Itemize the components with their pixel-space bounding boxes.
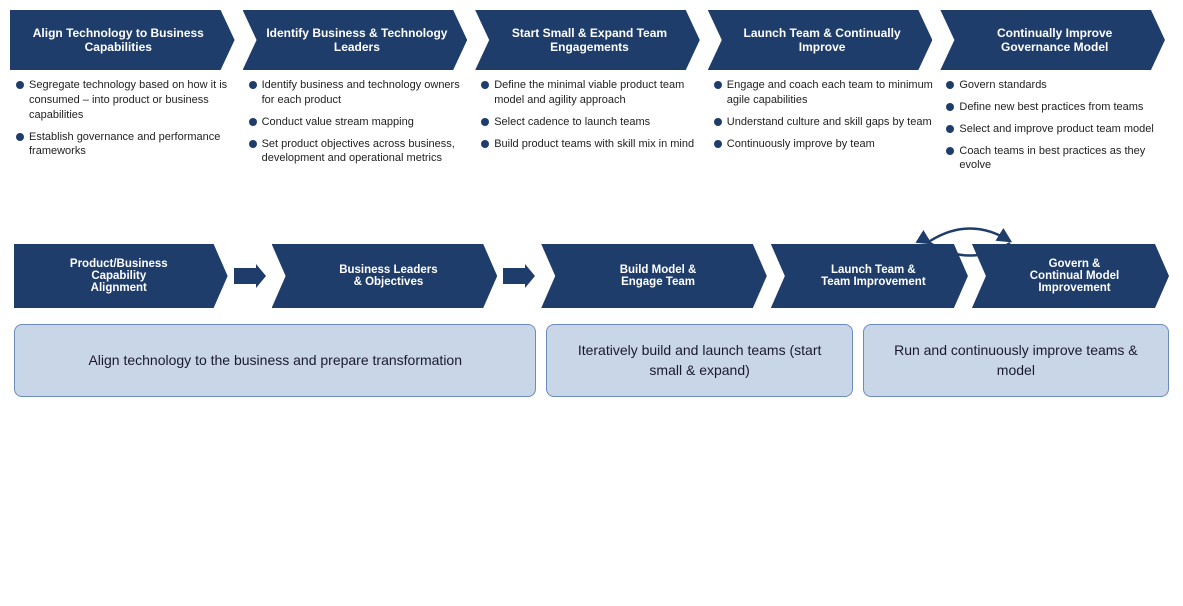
- bullet-text: Select cadence to launch teams: [494, 115, 650, 130]
- bullet-dot-icon: [946, 125, 954, 133]
- cycle-boxes-container: Launch Team & Team ImprovementGovern & C…: [771, 244, 1169, 308]
- bullet-item: Conduct value stream mapping: [249, 115, 470, 130]
- bullet-dot-icon: [481, 118, 489, 126]
- bullet-text: Establish governance and performance fra…: [29, 130, 237, 160]
- bullet-dot-icon: [16, 133, 24, 141]
- bottom-box-1: Iteratively build and launch teams (star…: [546, 324, 852, 397]
- bullet-text: Continuously improve by team: [727, 137, 875, 152]
- bullet-item: Coach teams in best practices as they ev…: [946, 144, 1167, 174]
- chevron-header-2: Start Small & Expand Team Engagements: [475, 10, 700, 70]
- bullet-dot-icon: [249, 81, 257, 89]
- chevron-body-1: Identify business and technology owners …: [243, 70, 476, 230]
- bullet-text: Engage and coach each team to minimum ag…: [727, 78, 935, 108]
- bullet-dot-icon: [16, 81, 24, 89]
- bullet-text: Understand culture and skill gaps by tea…: [727, 115, 932, 130]
- bullet-item: Continuously improve by team: [714, 137, 935, 152]
- bullet-text: Select and improve product team model: [959, 122, 1153, 137]
- chevron-header-4: Continually Improve Governance Model: [940, 10, 1165, 70]
- chevron-process-row: Align Technology to Business Capabilitie…: [10, 10, 1173, 230]
- bullet-dot-icon: [249, 140, 257, 148]
- bullet-item: Select and improve product team model: [946, 122, 1167, 137]
- chevron-body-2: Define the minimal viable product team m…: [475, 70, 708, 230]
- bullet-dot-icon: [946, 81, 954, 89]
- bullet-dot-icon: [714, 118, 722, 126]
- chevron-header-1: Identify Business & Technology Leaders: [243, 10, 468, 70]
- bullet-item: Define new best practices from teams: [946, 100, 1167, 115]
- chevron-item-1: Identify Business & Technology Leaders Id…: [243, 10, 476, 230]
- bullet-dot-icon: [714, 140, 722, 148]
- bullet-text: Conduct value stream mapping: [262, 115, 414, 130]
- chevron-header-0: Align Technology to Business Capabilitie…: [10, 10, 235, 70]
- bottom-summary-row: Align technology to the business and pre…: [10, 324, 1173, 397]
- chevron-body-4: Govern standards Define new best practice…: [940, 70, 1173, 230]
- bullet-item: Engage and coach each team to minimum ag…: [714, 78, 935, 108]
- bullet-item: Establish governance and performance fra…: [16, 130, 237, 160]
- circular-arrows-icon: [910, 216, 1030, 266]
- bullet-item: Build product teams with skill mix in mi…: [481, 137, 702, 152]
- arrow-process-row: Product/Business Capability Alignment Bus…: [10, 244, 1173, 308]
- bullet-dot-icon: [249, 118, 257, 126]
- chevron-header-3: Launch Team & Continually Improve: [708, 10, 933, 70]
- bottom-box-2: Run and continuously improve teams & mod…: [863, 324, 1169, 397]
- chevron-item-4: Continually Improve Governance ModelGove…: [940, 10, 1173, 230]
- bullet-item: Segregate technology based on how it is …: [16, 78, 237, 123]
- bullet-text: Set product objectives across business, …: [262, 137, 470, 167]
- bullet-item: Understand culture and skill gaps by tea…: [714, 115, 935, 130]
- bullet-text: Identify business and technology owners …: [262, 78, 470, 108]
- arrow-box-1: Business Leaders & Objectives: [272, 244, 498, 308]
- bullet-dot-icon: [481, 81, 489, 89]
- bullet-dot-icon: [946, 147, 954, 155]
- bullet-item: Set product objectives across business, …: [249, 137, 470, 167]
- bullet-text: Define the minimal viable product team m…: [494, 78, 702, 108]
- arrow-box-0: Product/Business Capability Alignment: [14, 244, 228, 308]
- cycle-boxes-row: Launch Team & Team ImprovementGovern & C…: [771, 244, 1169, 308]
- bullet-item: Identify business and technology owners …: [249, 78, 470, 108]
- chevron-body-0: Segregate technology based on how it is …: [10, 70, 243, 230]
- bullet-item: Define the minimal viable product team m…: [481, 78, 702, 108]
- bullet-text: Coach teams in best practices as they ev…: [959, 144, 1167, 174]
- bullet-text: Segregate technology based on how it is …: [29, 78, 237, 123]
- last-arrow-group: Launch Team & Team ImprovementGovern & C…: [771, 244, 1169, 308]
- bullet-text: Define new best practices from teams: [959, 100, 1143, 115]
- bullet-item: Select cadence to launch teams: [481, 115, 702, 130]
- bullet-dot-icon: [714, 81, 722, 89]
- bullet-dot-icon: [946, 103, 954, 111]
- chevron-item-0: Align Technology to Business Capabilitie…: [10, 10, 243, 230]
- chevron-item-3: Launch Team & Continually Improve Engage …: [708, 10, 941, 230]
- bullet-text: Build product teams with skill mix in mi…: [494, 137, 694, 152]
- arrow-box-2: Build Model & Engage Team: [541, 244, 767, 308]
- arrow-connector-icon: [232, 264, 268, 288]
- bullet-item: Govern standards: [946, 78, 1167, 93]
- arrow-connector-icon: [501, 264, 537, 288]
- bottom-box-0: Align technology to the business and pre…: [14, 324, 536, 397]
- chevron-body-3: Engage and coach each team to minimum ag…: [708, 70, 941, 230]
- chevron-item-2: Start Small & Expand Team Engagements Def…: [475, 10, 708, 230]
- bullet-dot-icon: [481, 140, 489, 148]
- bullet-text: Govern standards: [959, 78, 1046, 93]
